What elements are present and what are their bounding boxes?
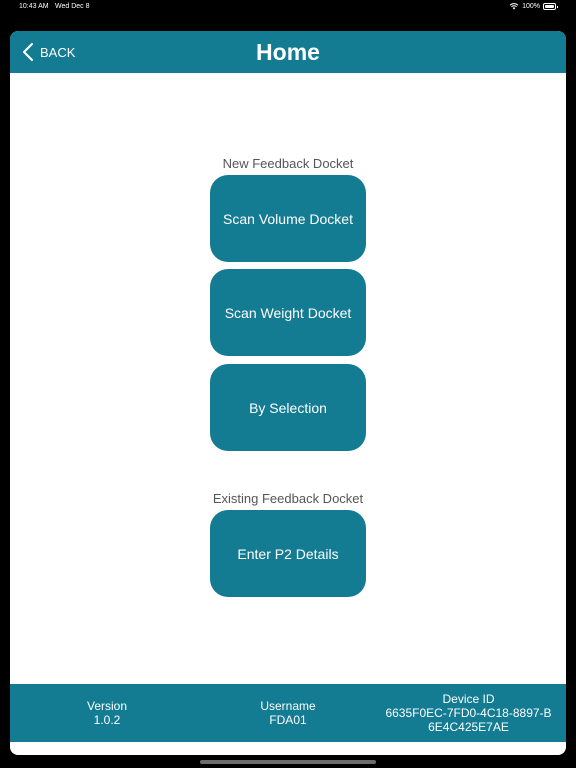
username-label: Username <box>260 699 316 713</box>
wifi-icon <box>509 3 519 10</box>
status-time: 10:43 AM <box>19 3 49 10</box>
by-selection-button[interactable]: By Selection <box>210 364 366 451</box>
status-indicators: 100% <box>509 2 558 10</box>
nav-bar: BACK Home <box>10 31 566 73</box>
scan-weight-docket-button[interactable]: Scan Weight Docket <box>210 269 366 356</box>
battery-icon <box>543 2 558 10</box>
battery-percent: 100% <box>522 2 540 10</box>
home-indicator[interactable] <box>200 760 376 764</box>
username-info: Username FDA01 <box>228 684 348 742</box>
new-feedback-docket-label: New Feedback Docket <box>222 156 354 171</box>
app-window: BACK Home New Feedback Docket Scan Volum… <box>10 31 566 755</box>
device-id-value: 6635F0EC-7FD0-4C18-8897-B6E4C425E7AE <box>385 706 552 734</box>
device-id-info: Device ID 6635F0EC-7FD0-4C18-8897-B6E4C4… <box>376 684 561 742</box>
device-id-label: Device ID <box>442 692 495 706</box>
version-info: Version 1.0.2 <box>47 684 167 742</box>
status-bar: 10:43 AM Wed Dec 8 100% <box>0 0 576 14</box>
scan-volume-docket-button[interactable]: Scan Volume Docket <box>210 175 366 262</box>
enter-p2-details-button[interactable]: Enter P2 Details <box>210 510 366 597</box>
existing-feedback-docket-label: Existing Feedback Docket <box>212 491 364 506</box>
status-date: Wed Dec 8 <box>55 3 90 10</box>
version-label: Version <box>86 699 128 713</box>
footer-info-bar: Version 1.0.2 Username FDA01 Device ID 6… <box>10 684 566 742</box>
page-title: Home <box>256 39 320 65</box>
version-value: 1.0.2 <box>93 713 121 727</box>
username-value: FDA01 <box>269 713 307 727</box>
